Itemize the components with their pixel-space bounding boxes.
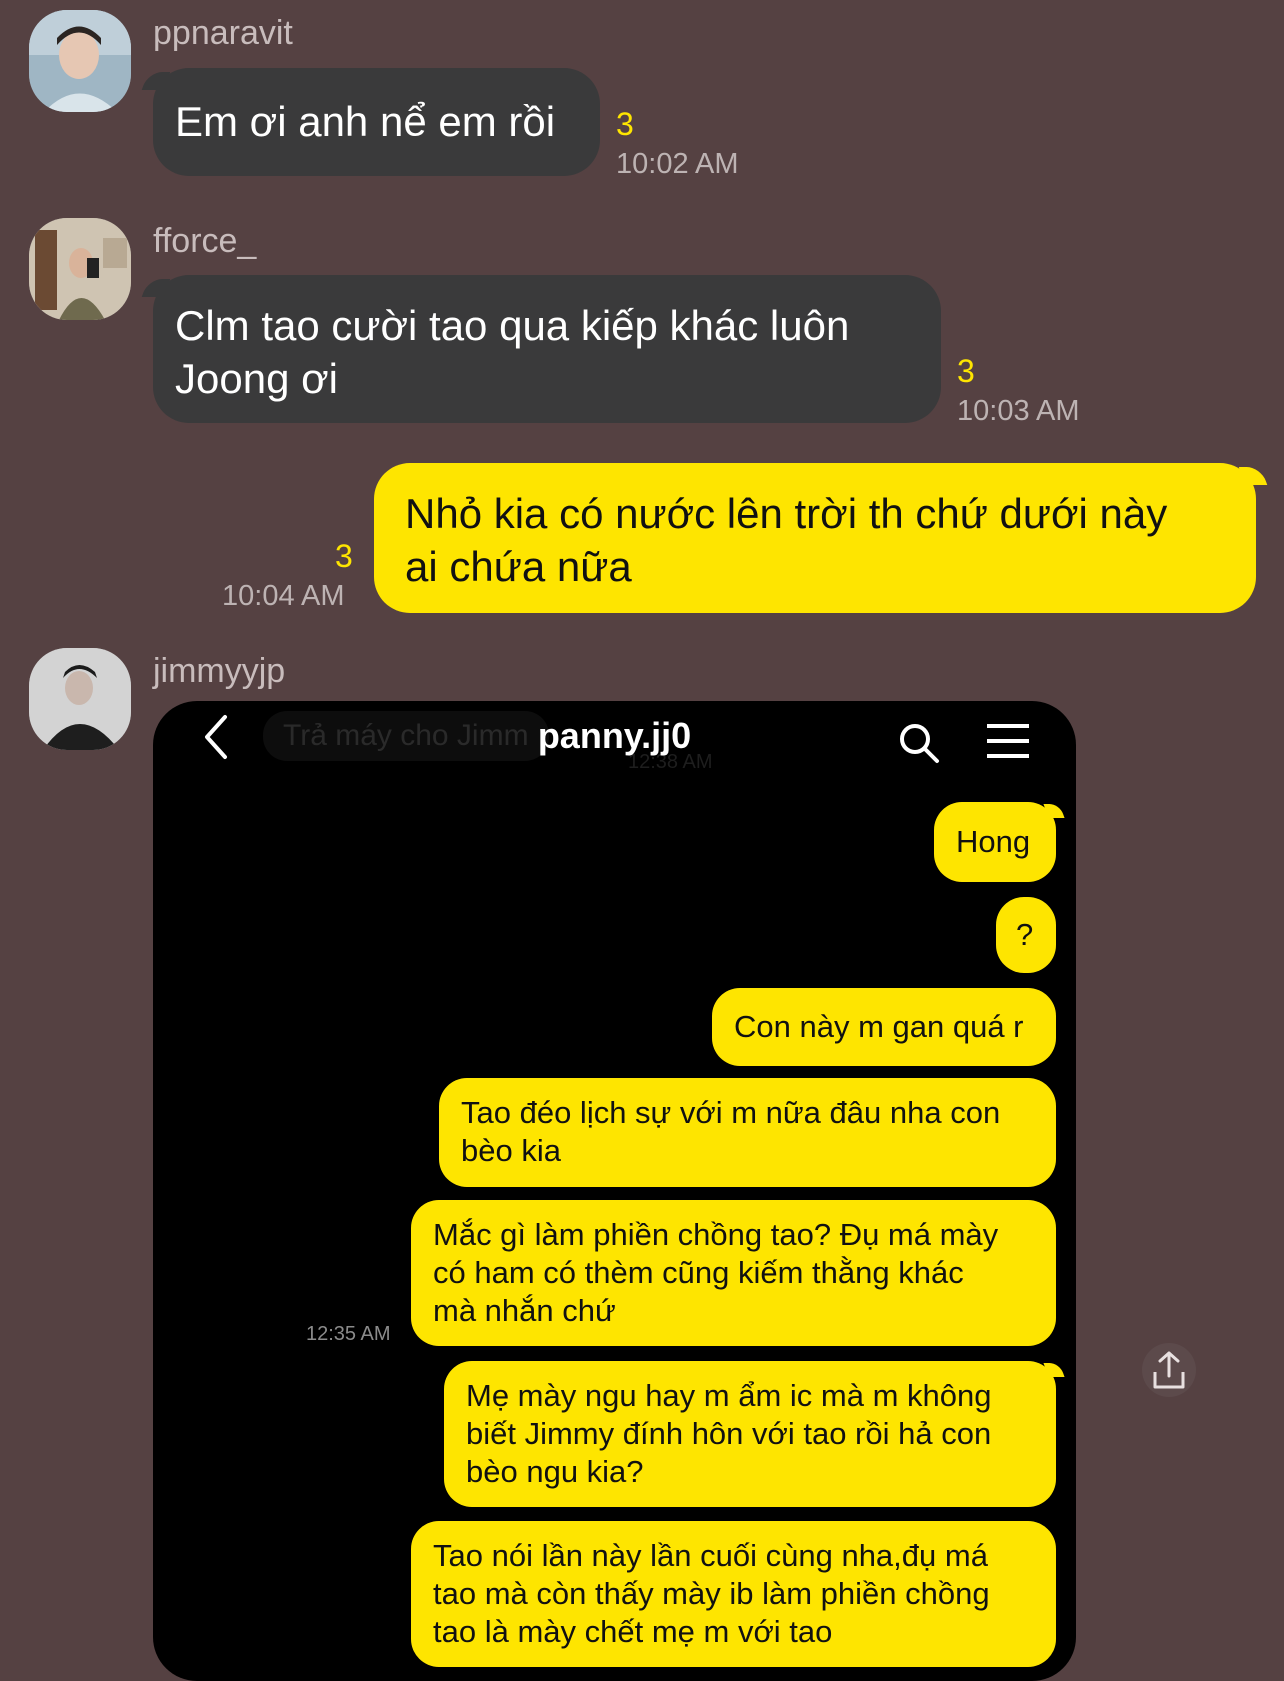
message-text-line: ai chứa nữa bbox=[405, 543, 632, 590]
message-text-line: Joong ơi bbox=[175, 355, 338, 402]
unread-count: 3 bbox=[957, 353, 975, 389]
avatar-jimmyyjp[interactable] bbox=[29, 648, 131, 750]
screenshot-bubble: Mẹ mày ngu hay m ẩm ic mà m không biết J… bbox=[444, 1361, 1056, 1507]
screenshot-bubble-line: Mẹ mày ngu hay m ẩm ic mà m không bbox=[466, 1378, 992, 1413]
avatar-fforce[interactable] bbox=[29, 218, 131, 320]
screenshot-bubble-line: biết Jimmy đính hôn với tao rồi hả con bbox=[466, 1416, 992, 1451]
screenshot-bubble-line: ? bbox=[1016, 917, 1034, 952]
my-message-bubble[interactable]: Nhỏ kia có nước lên trời th chứ dưới này… bbox=[374, 463, 1256, 613]
screenshot-bubble-line: bèo kia bbox=[461, 1133, 561, 1168]
unread-count: 3 bbox=[616, 106, 634, 142]
screenshot-bubble-line: Tao đéo lịch sự với m nữa đâu nha con bbox=[461, 1095, 1001, 1130]
sender-name: fforce_ bbox=[153, 222, 257, 260]
screenshot-bubble: Hong bbox=[934, 802, 1056, 882]
message-text-line: Nhỏ kia có nước lên trời th chứ dưới này bbox=[405, 490, 1168, 537]
screenshot-bubble-line: tao mà còn thấy mày ib làm phiền chồng bbox=[433, 1576, 990, 1611]
share-button[interactable] bbox=[1142, 1343, 1196, 1397]
screenshot-bubble-line: có ham có thèm cũng kiếm thằng khác bbox=[433, 1255, 964, 1290]
unread-count: 3 bbox=[335, 538, 353, 574]
message-time: 10:02 AM bbox=[616, 148, 739, 180]
message-bubble[interactable]: Em ơi anh nể em rồi bbox=[153, 68, 600, 176]
avatar-ppnaravit[interactable] bbox=[29, 10, 131, 112]
image-attachment[interactable]: Trả máy cho Jimm 12:38 AM panny.jj0 Hong… bbox=[153, 701, 1076, 1681]
screenshot-bubble: ? bbox=[996, 897, 1056, 973]
screenshot-bubble-line: Con này m gan quá r bbox=[734, 1009, 1024, 1044]
screenshot-bubble-line: Hong bbox=[956, 824, 1031, 859]
screenshot-bubble-line: mà nhắn chứ bbox=[433, 1293, 616, 1328]
screenshot-bubble: Con này m gan quá r bbox=[712, 988, 1056, 1066]
sender-name: ppnaravit bbox=[153, 14, 293, 52]
screenshot-bubble: Mắc gì làm phiền chồng tao? Đụ má mày có… bbox=[411, 1200, 1056, 1346]
screenshot-bubble: Tao đéo lịch sự với m nữa đâu nha con bè… bbox=[439, 1078, 1056, 1187]
screenshot-timestamp: 12:35 AM bbox=[306, 1323, 391, 1345]
screenshot-bubble-line: Mắc gì làm phiền chồng tao? Đụ má mày bbox=[433, 1217, 999, 1252]
search-icon bbox=[897, 721, 941, 770]
screenshot-bubble: Tao nói lần này lần cuối cùng nha,đụ má … bbox=[411, 1521, 1056, 1667]
message-text: Em ơi anh nể em rồi bbox=[175, 98, 556, 145]
share-icon bbox=[1151, 1350, 1187, 1395]
message-time: 10:03 AM bbox=[957, 395, 1080, 427]
screenshot-bubble-line: Tao nói lần này lần cuối cùng nha,đụ má bbox=[433, 1538, 988, 1573]
message-bubble[interactable]: Clm tao cười tao qua kiếp khác luôn Joon… bbox=[153, 275, 941, 423]
screenshot-bubble-line: tao là mày chết mẹ m với tao bbox=[433, 1614, 833, 1649]
screenshot-bubble-line: bèo ngu kia? bbox=[466, 1454, 644, 1489]
message-time: 10:04 AM bbox=[222, 580, 345, 612]
menu-icon bbox=[985, 723, 1031, 764]
sender-name: jimmyyjp bbox=[153, 652, 286, 690]
message-text-line: Clm tao cười tao qua kiếp khác luôn bbox=[175, 302, 850, 349]
